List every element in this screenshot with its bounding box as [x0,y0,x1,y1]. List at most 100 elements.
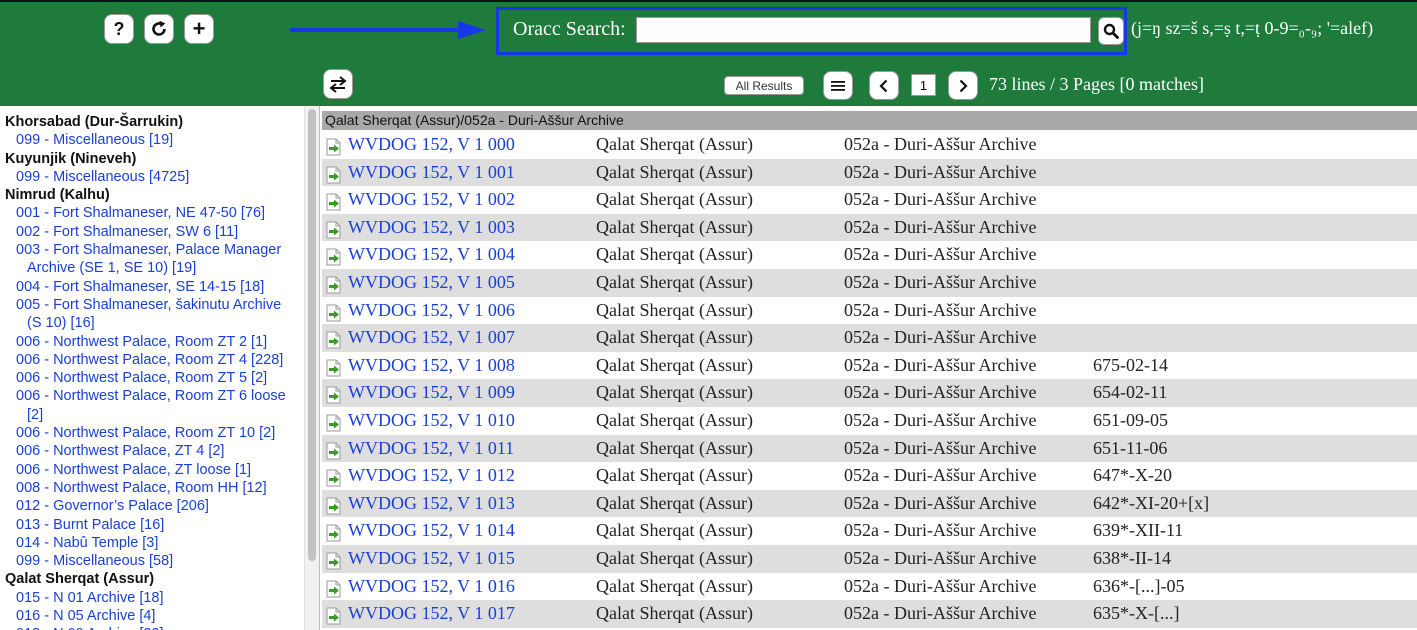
site-cell: Qalat Sherqat (Assur) [596,244,753,265]
text-id-link[interactable]: WVDOG 152, V 1 014 [348,517,515,544]
sidebar-item[interactable]: 005 - Fort Shalmaneser, šakinutu Archive… [5,296,301,333]
open-document-icon[interactable] [326,496,342,515]
table-row: WVDOG 152, V 1 002 Qalat Sherqat (Assur) 0… [322,186,1417,214]
text-id-link[interactable]: WVDOG 152, V 1 004 [348,241,515,268]
sidebar-item[interactable]: 004 - Fort Shalmaneser, SE 14-15 [18] [5,278,301,296]
text-id-link[interactable]: WVDOG 152, V 1 011 [348,435,514,462]
sidebar-item-label: 099 - Miscellaneous [4725] [16,168,190,185]
add-button[interactable]: + [184,14,214,44]
text-id-link[interactable]: WVDOG 152, V 1 007 [348,324,515,351]
site-cell: Qalat Sherqat (Assur) [596,354,753,375]
swap-button[interactable] [323,69,353,99]
open-document-icon[interactable] [326,165,342,184]
open-document-icon[interactable] [326,303,342,322]
text-id-link[interactable]: WVDOG 152, V 1 017 [348,600,515,627]
open-document-icon[interactable] [326,192,342,211]
search-hint: (j=ŋ sz=š s,=ṣ t,=ṭ 0-9=₀-₉; '=alef) [1131,18,1374,38]
open-document-icon[interactable] [326,247,342,266]
site-cell: Qalat Sherqat (Assur) [596,575,753,596]
sidebar-item[interactable]: 012 - Governor’s Palace [206] [5,497,301,515]
sidebar-item[interactable]: 006 - Northwest Palace, Room ZT 10 [2] [5,424,301,442]
sidebar-item[interactable]: 002 - Fort Shalmaneser, SW 6 [11] [5,223,301,241]
header-bar: ? + Oracc Search: (j=ŋ sz=š s,=ṣ t,=ṭ 0-… [0,0,1417,106]
text-id-link[interactable]: WVDOG 152, V 1 005 [348,269,515,296]
text-id-link[interactable]: WVDOG 152, V 1 016 [348,573,515,600]
open-document-icon[interactable] [326,551,342,570]
open-document-icon[interactable] [326,441,342,460]
text-id-link[interactable]: WVDOG 152, V 1 006 [348,297,515,324]
sidebar-item[interactable]: 016 - N 05 Archive [4] [5,607,301,625]
sidebar-item[interactable]: 015 - N 01 Archive [18] [5,589,301,607]
sidebar-item[interactable]: 006 - Northwest Palace, Room ZT 2 [1] [5,333,301,351]
menu-button[interactable] [823,71,853,100]
all-results-button[interactable]: All Results [724,76,804,95]
site-cell: Qalat Sherqat (Assur) [596,437,753,458]
date-cell: 654-02-11 [1093,382,1168,403]
text-id-link[interactable]: WVDOG 152, V 1 012 [348,462,515,489]
open-document-icon[interactable] [326,385,342,404]
text-id-link[interactable]: WVDOG 152, V 1 015 [348,545,515,572]
scrollbar-thumb[interactable] [308,109,316,561]
site-cell: Qalat Sherqat (Assur) [596,271,753,292]
site-cell: Qalat Sherqat (Assur) [596,492,753,513]
sidebar-item[interactable]: 003 - Fort Shalmaneser, Palace Manager Ar… [5,241,301,278]
search-highlight-box: Oracc Search: [496,7,1127,55]
text-id-link[interactable]: WVDOG 152, V 1 001 [348,159,515,186]
table-row: WVDOG 152, V 1 017 Qalat Sherqat (Assur) 0… [322,600,1417,628]
text-id-link[interactable]: WVDOG 152, V 1 013 [348,490,515,517]
sidebar-item-label: 014 - Nabû Temple [3] [16,534,159,551]
chevron-right-icon [959,79,968,92]
results-panel: Qalat Sherqat (Assur)/052a - Duri-Aššur … [321,106,1417,630]
text-id-link[interactable]: WVDOG 152, V 1 002 [348,186,515,213]
refresh-button[interactable] [144,14,174,44]
sidebar-item[interactable]: 006 - Northwest Palace, ZT 4 [2] [5,442,301,460]
table-row: WVDOG 152, V 1 014 Qalat Sherqat (Assur) 0… [322,517,1417,545]
sidebar-item-label: 015 - N 01 Archive [18] [16,589,164,606]
text-id-link[interactable]: WVDOG 152, V 1 010 [348,407,515,434]
site-cell: Qalat Sherqat (Assur) [596,134,753,154]
prev-page-button[interactable] [869,71,899,100]
open-document-icon[interactable] [326,330,342,349]
sidebar-item[interactable]: 006 - Northwest Palace, Room ZT 5 [2] [5,369,301,387]
text-id-link[interactable]: WVDOG 152, V 1 008 [348,352,515,379]
text-id-link[interactable]: WVDOG 152, V 1 003 [348,214,515,241]
sidebar-item[interactable]: 006 - Northwest Palace, Room ZT 4 [228] [5,351,301,369]
text-id-link[interactable]: WVDOG 152, V 1 000 [348,131,515,158]
sidebar-item[interactable]: 099 - Miscellaneous [4725] [5,168,301,186]
table-row: WVDOG 152, V 1 011 Qalat Sherqat (Assur) 0… [322,434,1417,463]
sidebar-item[interactable]: 099 - Miscellaneous [19] [5,131,301,149]
sidebar-item[interactable]: 006 - Northwest Palace, Room ZT 6 loose[… [5,387,301,424]
sidebar-item-label: 018 - N 09 Archive [22] [16,626,164,630]
sidebar-item-label: 013 - Burnt Palace [16] [16,516,165,533]
sidebar-item[interactable]: 008 - Northwest Palace, Room HH [12] [5,479,301,497]
sidebar-item[interactable]: 014 - Nabû Temple [3] [5,534,301,552]
sidebar-item[interactable]: 018 - N 09 Archive [22] [5,625,301,630]
sidebar-item[interactable]: 006 - Northwest Palace, ZT loose [1] [5,461,301,479]
open-document-icon[interactable] [326,579,342,597]
sidebar-item-label: 006 - Northwest Palace, Room ZT 10 [2] [16,425,276,442]
next-page-button[interactable] [948,71,978,100]
table-row: WVDOG 152, V 1 013 Qalat Sherqat (Assur) 0… [322,489,1417,518]
search-button[interactable] [1098,17,1124,45]
sidebar-item[interactable]: 001 - Fort Shalmaneser, NE 47-50 [76] [5,204,301,222]
open-document-icon[interactable] [326,358,342,377]
refresh-icon [152,20,166,36]
archive-cell: 052a - Duri-Aššur Archive [844,216,1037,237]
sidebar-scrollbar[interactable] [304,106,319,630]
help-button[interactable]: ? [104,14,134,44]
sidebar-item[interactable]: 013 - Burnt Palace [16] [5,516,301,534]
text-id-link[interactable]: WVDOG 152, V 1 009 [348,379,515,406]
open-document-icon[interactable] [326,275,342,294]
open-document-icon[interactable] [326,220,342,239]
page-number[interactable]: 1 [911,74,936,96]
archive-cell: 052a - Duri-Aššur Archive [844,547,1037,568]
sidebar-item[interactable]: 099 - Miscellaneous [58] [5,552,301,570]
search-input[interactable] [636,17,1091,43]
open-document-icon[interactable] [326,413,342,432]
open-document-icon[interactable] [326,606,342,625]
site-cell: Qalat Sherqat (Assur) [596,547,753,568]
open-document-icon[interactable] [326,137,342,156]
open-document-icon[interactable] [326,523,342,542]
open-document-icon[interactable] [326,468,342,487]
table-row: WVDOG 152, V 1 001 Qalat Sherqat (Assur) 0… [322,158,1417,187]
